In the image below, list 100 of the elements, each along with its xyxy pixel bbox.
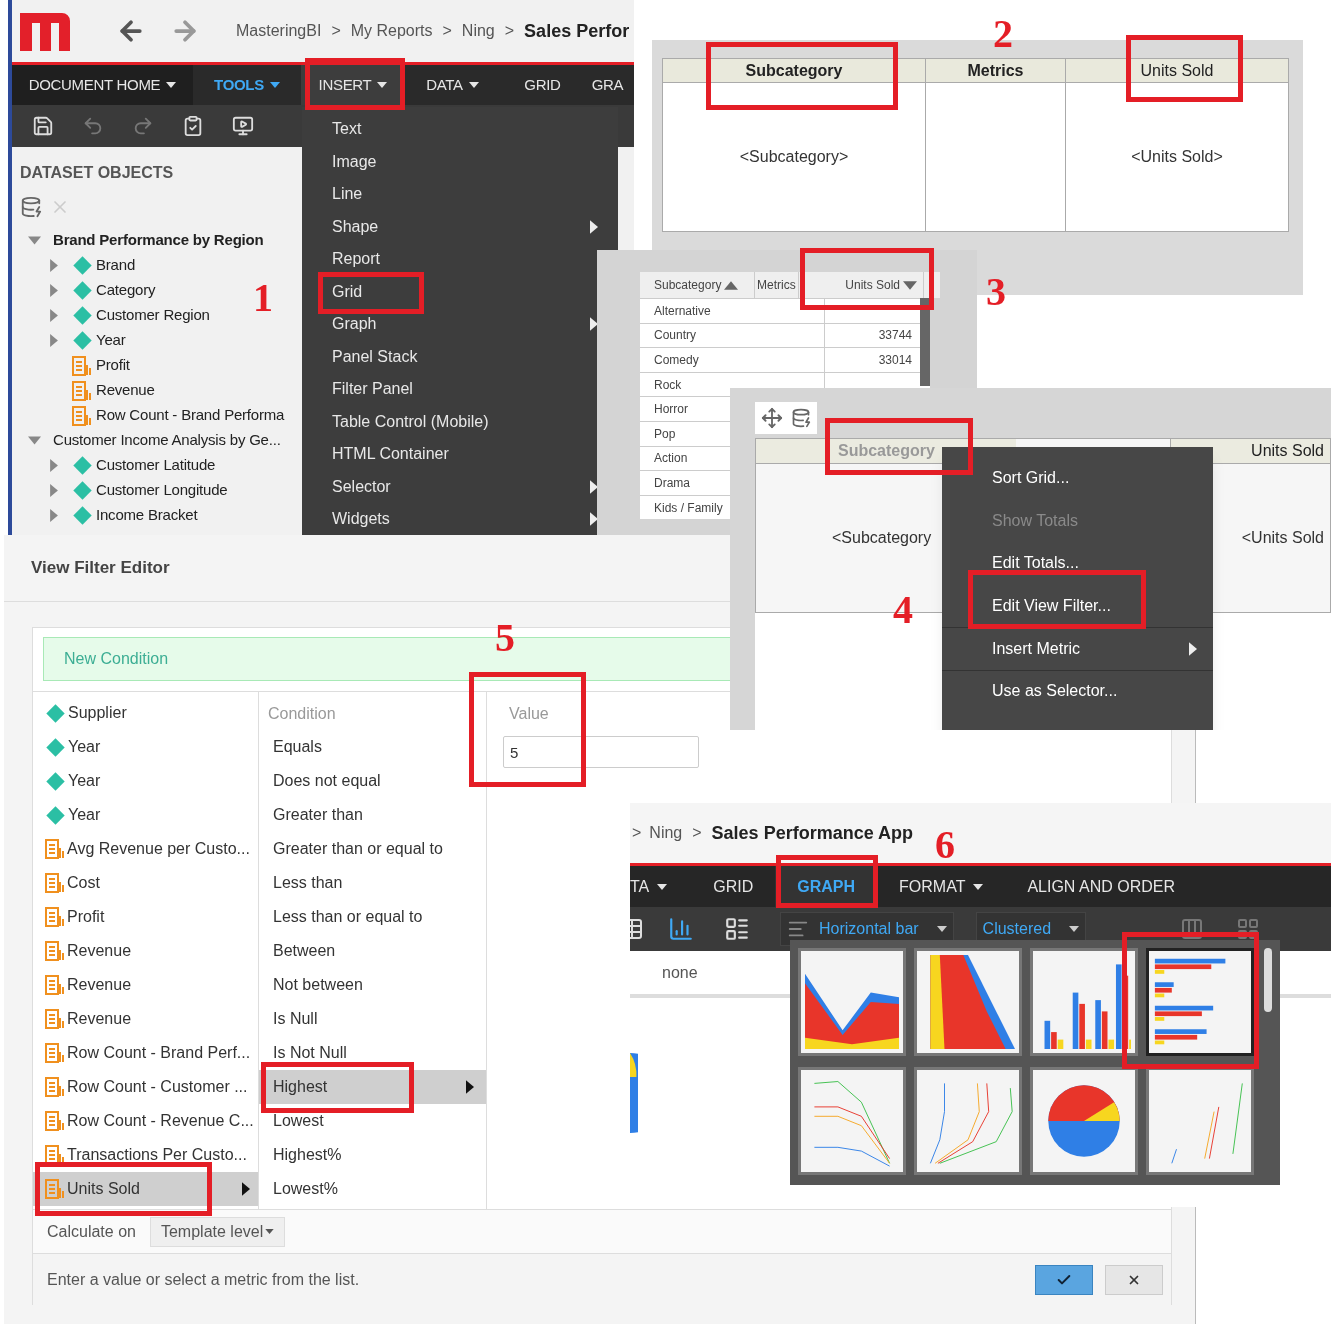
tree-item[interactable]: Row Count - Brand Performa [96, 404, 285, 427]
add-dataset-icon[interactable] [791, 408, 811, 428]
menu-tab[interactable]: DOCUMENT HOME [12, 65, 193, 105]
object-list-item[interactable]: Revenue [33, 934, 258, 968]
graph-thumbnail[interactable] [1030, 1066, 1138, 1175]
graph-thumbnail[interactable] [1146, 1066, 1254, 1175]
menu-item[interactable]: Report [302, 243, 600, 276]
object-list-item[interactable]: Profit [33, 900, 258, 934]
tree-item[interactable]: Customer Region [96, 304, 210, 327]
level-dropdown[interactable]: Template level [149, 1216, 286, 1247]
table-cell: Country [640, 323, 825, 348]
condition-option[interactable]: Does not equal [259, 764, 486, 798]
menu-item[interactable]: Image [302, 145, 600, 178]
graph-thumbnail[interactable] [914, 1066, 1022, 1175]
column-header[interactable]: Metrics [755, 272, 799, 298]
list-icon[interactable] [724, 916, 750, 942]
column-header[interactable]: Subcategory [640, 272, 755, 298]
presentation-icon[interactable] [232, 115, 254, 137]
value-input[interactable]: 5 [503, 736, 699, 768]
menu-item[interactable]: Widgets [302, 503, 600, 535]
menu-tab[interactable]: GRID [691, 866, 776, 907]
menu-item[interactable]: Text [302, 113, 600, 146]
undo-icon[interactable] [82, 115, 104, 137]
graph-thumbnail[interactable] [1146, 948, 1254, 1056]
condition-option[interactable]: Is Null [259, 1002, 486, 1036]
object-list-item[interactable]: Supplier [33, 696, 258, 730]
condition-option[interactable]: Greater than [259, 798, 486, 832]
object-list-item[interactable]: Transactions Per Custo... [33, 1138, 258, 1172]
table-cell-text: 33744 [878, 327, 912, 345]
object-list-item[interactable]: Avg Revenue per Custo... [33, 832, 258, 866]
scrollbar[interactable] [1264, 948, 1272, 1012]
menu-tab[interactable]: ALIGN AND ORDER [1005, 866, 1197, 907]
breadcrumb-link[interactable]: Ning [461, 19, 495, 43]
graph-thumbnail[interactable] [1030, 948, 1138, 1056]
graph-thumbnail[interactable] [798, 1066, 906, 1175]
object-list-item[interactable]: Units Sold [33, 1172, 258, 1206]
graph-thumbnail[interactable] [914, 948, 1022, 1056]
add-dataset-icon[interactable] [20, 196, 42, 218]
tree-item[interactable]: Income Bracket [96, 504, 198, 527]
menu-item[interactable]: Shape [302, 210, 600, 243]
bar-chart-icon[interactable] [668, 916, 694, 942]
clipboard-check-icon[interactable] [182, 115, 204, 137]
object-list-item[interactable]: Year [33, 730, 258, 764]
step-number: 6 [935, 821, 955, 869]
menu-item[interactable]: Panel Stack [302, 340, 600, 373]
condition-option[interactable]: Not between [259, 968, 486, 1002]
menu-item[interactable]: HTML Container [302, 438, 600, 471]
menu-item[interactable]: Insert Metric [942, 627, 1213, 670]
object-list-item[interactable]: Row Count - Brand Perf... [33, 1036, 258, 1070]
condition-option[interactable]: Greater than or equal to [259, 832, 486, 866]
menu-item[interactable]: Selector [302, 470, 600, 503]
condition-option[interactable]: Equals [259, 730, 486, 764]
breadcrumb-link[interactable]: Ning [649, 821, 683, 845]
breadcrumb-link[interactable]: Sales Performance App [711, 819, 913, 847]
object-list-item[interactable]: Row Count - Revenue C... [33, 1104, 258, 1138]
condition-option[interactable]: Less than [259, 866, 486, 900]
menu-item[interactable]: Line [302, 178, 600, 211]
close-button[interactable] [1105, 1264, 1163, 1295]
condition-option[interactable]: Highest [259, 1070, 486, 1104]
graph-thumbnail[interactable] [798, 948, 906, 1056]
object-list-item[interactable]: Cost [33, 866, 258, 900]
condition-option[interactable]: Less than or equal to [259, 900, 486, 934]
menu-item[interactable]: Grid [302, 275, 600, 308]
menu-item[interactable]: Graph [302, 308, 600, 341]
menu-tab[interactable]: FORMAT [877, 866, 1006, 907]
confirm-button[interactable] [1035, 1264, 1093, 1295]
tree-item[interactable]: Customer Latitude [96, 454, 216, 477]
layout-icon[interactable] [1236, 917, 1261, 941]
object-list-item[interactable]: Revenue [33, 968, 258, 1002]
breadcrumb-link[interactable]: Sales Perfor [524, 17, 630, 45]
menu-item[interactable]: Filter Panel [302, 373, 600, 406]
move-icon[interactable] [761, 407, 783, 429]
menu-tab[interactable]: TA [630, 866, 692, 907]
tree-item[interactable]: Profit [96, 354, 130, 377]
save-icon[interactable] [32, 115, 54, 137]
tree-item[interactable]: Customer Longitude [96, 479, 228, 502]
menu-item[interactable]: Use as Selector... [942, 669, 1213, 712]
redo-icon[interactable] [132, 115, 154, 137]
object-list-item[interactable]: Revenue [33, 1002, 258, 1036]
condition-option[interactable]: Is Not Null [259, 1036, 486, 1070]
tree-item[interactable]: Revenue [96, 379, 155, 402]
menu-item[interactable]: Table Control (Mobile) [302, 405, 600, 438]
object-list-item[interactable]: Year [33, 798, 258, 832]
caret-icon [166, 82, 177, 88]
tree-item[interactable]: Customer Income Analysis by Ge... [53, 429, 281, 452]
condition-option[interactable]: Lowest [259, 1104, 486, 1138]
tree-item[interactable]: Brand Performance by Region [53, 229, 264, 252]
breadcrumb-link[interactable]: My Reports [350, 19, 433, 43]
object-list-item[interactable]: Year [33, 764, 258, 798]
condition-option[interactable]: Highest% [259, 1138, 486, 1172]
condition-option[interactable]: Between [259, 934, 486, 968]
tree-item[interactable]: Category [96, 279, 156, 302]
tree-item[interactable]: Year [96, 329, 126, 352]
breadcrumb-link[interactable]: MasteringBI [236, 19, 322, 43]
scrollbar[interactable] [920, 298, 930, 386]
columns-icon[interactable] [1180, 917, 1205, 941]
column-header[interactable]: Units Sold [809, 272, 924, 298]
tree-item[interactable]: Brand [96, 254, 136, 277]
object-list-item[interactable]: Row Count - Customer ... [33, 1070, 258, 1104]
condition-option[interactable]: Lowest% [259, 1172, 486, 1206]
